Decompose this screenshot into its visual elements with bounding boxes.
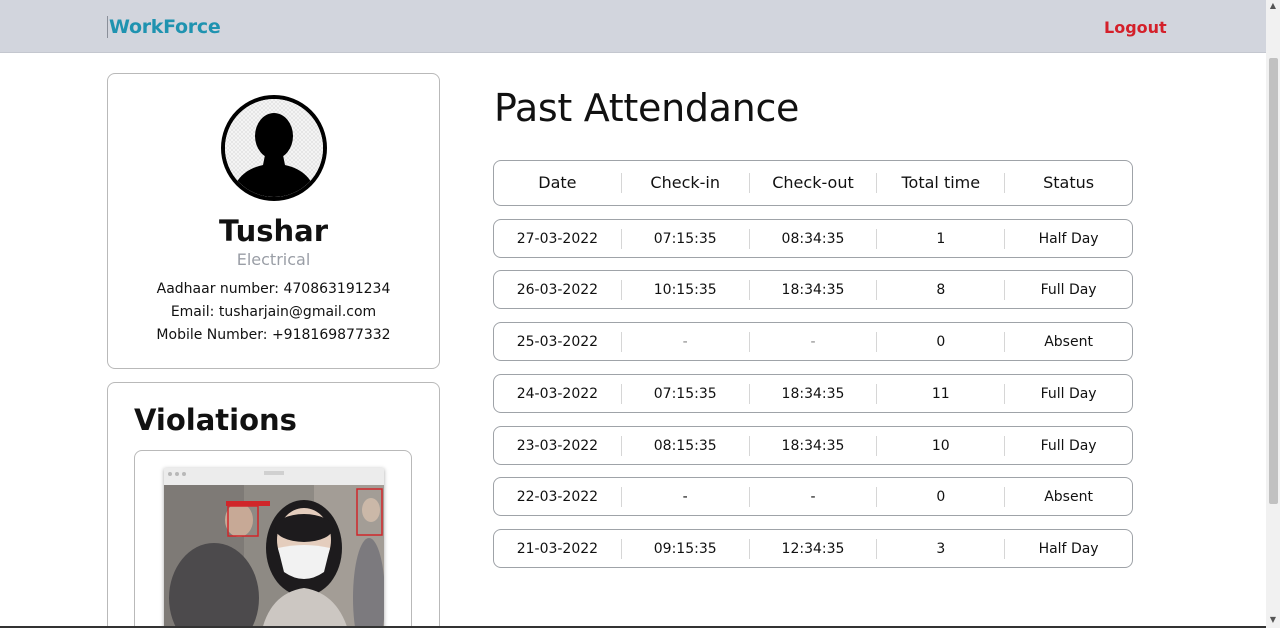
cell-date: 26-03-2022 — [494, 279, 622, 300]
cell-check-in: 07:15:35 — [622, 383, 750, 404]
column-header-check-in: Check-in — [622, 173, 750, 193]
top-navbar: WorkForce Logout — [0, 0, 1266, 53]
scrollbar-thumb[interactable] — [1269, 58, 1278, 504]
cell-total-time: 11 — [877, 383, 1006, 404]
cell-check-out: - — [750, 331, 878, 352]
cell-check-out: 12:34:35 — [750, 538, 878, 559]
cell-status: Full Day — [1040, 437, 1097, 454]
profile-card: Tushar Electrical Aadhaar number: 470863… — [107, 73, 440, 369]
table-row: 27-03-2022 07:15:35 08:34:35 1 Half Day — [493, 219, 1133, 258]
cell-check-in: - — [622, 486, 750, 507]
cell-status: Half Day — [1038, 230, 1099, 247]
cell-check-out: 18:34:35 — [750, 279, 878, 300]
cell-date: 24-03-2022 — [494, 383, 622, 404]
cell-total-time: 0 — [877, 331, 1006, 352]
page-title: Past Attendance — [494, 86, 800, 130]
cell-date: 21-03-2022 — [494, 538, 622, 559]
cell-check-out: - — [750, 486, 878, 507]
user-silhouette-icon — [221, 95, 327, 201]
brand-logo[interactable]: WorkForce — [107, 16, 221, 38]
cell-date: 25-03-2022 — [494, 331, 622, 352]
cell-check-in: - — [622, 331, 750, 352]
logout-button[interactable]: Logout — [1104, 18, 1167, 37]
column-header-date: Date — [494, 173, 622, 193]
profile-name: Tushar — [218, 214, 329, 248]
column-header-status: Status — [1043, 173, 1095, 192]
cell-check-in: 08:15:35 — [622, 435, 750, 456]
attendance-table-header: Date Check-in Check-out Total time Statu… — [493, 160, 1133, 206]
table-row: 24-03-2022 07:15:35 18:34:35 11 Full Day — [493, 374, 1133, 413]
cell-total-time: 8 — [877, 279, 1006, 300]
cell-check-out: 08:34:35 — [750, 228, 878, 249]
cell-total-time: 1 — [877, 228, 1006, 249]
table-row: 22-03-2022 - - 0 Absent — [493, 477, 1133, 516]
cell-check-out: 18:34:35 — [750, 383, 878, 404]
mobile-number: Mobile Number: +918169877332 — [156, 327, 391, 343]
cell-check-out: 18:34:35 — [750, 435, 878, 456]
cell-check-in: 09:15:35 — [622, 538, 750, 559]
cell-check-in: 07:15:35 — [622, 228, 750, 249]
cell-total-time: 0 — [877, 486, 1006, 507]
cell-date: 22-03-2022 — [494, 486, 622, 507]
cell-date: 23-03-2022 — [494, 435, 622, 456]
violations-title: Violations — [134, 403, 297, 437]
table-row: 26-03-2022 10:15:35 18:34:35 8 Full Day — [493, 270, 1133, 309]
violation-image — [164, 468, 384, 628]
table-row: 21-03-2022 09:15:35 12:34:35 3 Half Day — [493, 529, 1133, 568]
profile-department: Electrical — [236, 250, 311, 269]
cell-status: Absent — [1044, 488, 1093, 505]
cell-total-time: 3 — [877, 538, 1006, 559]
cell-status: Full Day — [1040, 281, 1097, 298]
cell-date: 27-03-2022 — [494, 228, 622, 249]
scroll-down-arrow-icon[interactable]: ▼ — [1269, 616, 1277, 624]
cell-status: Half Day — [1038, 540, 1099, 557]
violation-item[interactable] — [134, 450, 412, 628]
column-header-total-time: Total time — [877, 173, 1006, 193]
column-header-check-out: Check-out — [750, 173, 878, 193]
table-row: 23-03-2022 08:15:35 18:34:35 10 Full Day — [493, 426, 1133, 465]
aadhaar-number: Aadhaar number: 470863191234 — [156, 281, 391, 297]
cell-status: Absent — [1044, 333, 1093, 350]
email-text: Email: tusharjain@gmail.com — [170, 304, 377, 320]
scroll-up-arrow-icon[interactable]: ▲ — [1269, 2, 1277, 10]
violations-card: Violations — [107, 382, 440, 628]
cell-status: Full Day — [1040, 385, 1097, 402]
cell-total-time: 10 — [877, 435, 1006, 456]
cell-check-in: 10:15:35 — [622, 279, 750, 300]
page-scrollbar[interactable]: ▲ ▼ — [1266, 0, 1280, 628]
table-row: 25-03-2022 - - 0 Absent — [493, 322, 1133, 361]
